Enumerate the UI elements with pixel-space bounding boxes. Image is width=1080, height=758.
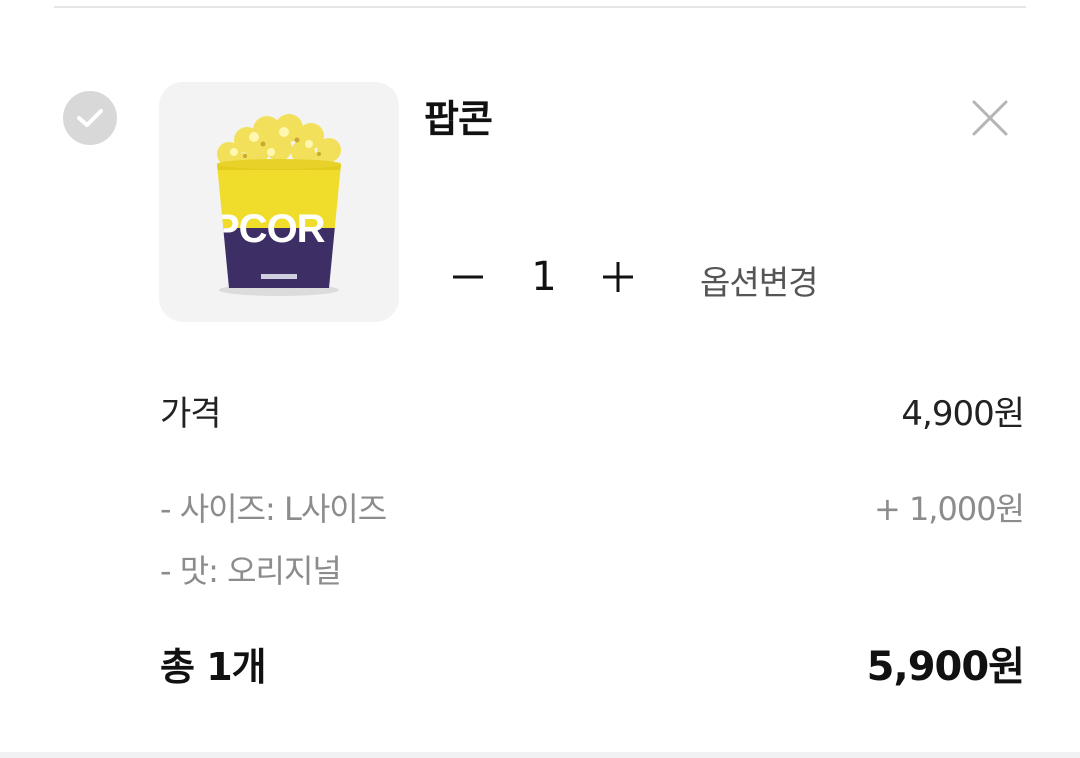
check-icon bbox=[77, 109, 103, 127]
cart-page: PCOR 팝콘 1 옵션변경 가격 4,900원 - 사이즈: L사이즈 + 1… bbox=[0, 0, 1080, 758]
quantity-increase-button[interactable] bbox=[598, 255, 638, 299]
bottom-divider bbox=[0, 752, 1080, 758]
plus-icon bbox=[603, 262, 633, 292]
quantity-decrease-button[interactable] bbox=[448, 255, 488, 299]
price-label: 가격 bbox=[160, 394, 222, 434]
top-divider bbox=[54, 6, 1026, 8]
minus-icon bbox=[453, 275, 483, 279]
size-option-label: - 사이즈: L사이즈 bbox=[160, 490, 387, 528]
product-name: 팝콘 bbox=[424, 97, 493, 141]
close-icon bbox=[972, 100, 1008, 136]
flavor-option-label: - 맛: 오리지널 bbox=[160, 552, 342, 590]
price-value: 4,900원 bbox=[901, 394, 1025, 434]
option-change-button[interactable]: 옵션변경 bbox=[700, 256, 818, 304]
bucket-print-text: PCOR bbox=[213, 207, 326, 251]
select-item-checkbox[interactable] bbox=[63, 91, 117, 145]
remove-item-button[interactable] bbox=[966, 94, 1014, 142]
quantity-value: 1 bbox=[531, 254, 557, 300]
size-option-price: + 1,000원 bbox=[873, 490, 1025, 528]
total-count-label: 총 1개 bbox=[160, 645, 267, 689]
product-thumbnail: PCOR bbox=[159, 82, 399, 322]
total-price: 5,900원 bbox=[866, 644, 1025, 690]
popcorn-bucket-icon: PCOR bbox=[213, 114, 341, 296]
